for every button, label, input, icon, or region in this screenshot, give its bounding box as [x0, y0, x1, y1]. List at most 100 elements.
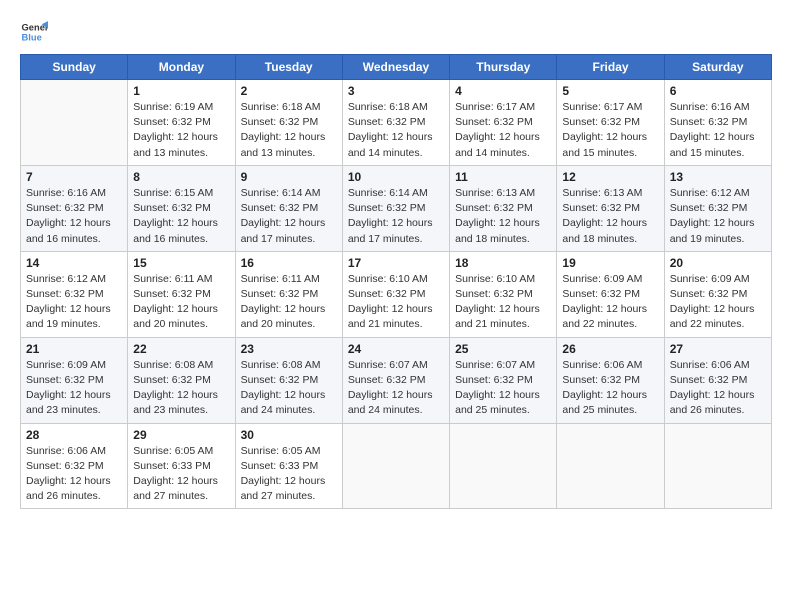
day-number: 28 [26, 428, 122, 442]
calendar-cell: 12 Sunrise: 6:13 AM Sunset: 6:32 PM Dayli… [557, 165, 664, 251]
day-info: Sunrise: 6:10 AM Sunset: 6:32 PM Dayligh… [455, 272, 551, 333]
calendar-cell: 1 Sunrise: 6:19 AM Sunset: 6:32 PM Daylig… [128, 80, 235, 166]
calendar-cell: 13 Sunrise: 6:12 AM Sunset: 6:32 PM Dayli… [664, 165, 771, 251]
day-info: Sunrise: 6:06 AM Sunset: 6:32 PM Dayligh… [26, 444, 122, 505]
svg-text:Blue: Blue [22, 33, 42, 43]
calendar-week-row: 14Sunrise: 6:12 AM Sunset: 6:32 PM Dayli… [21, 251, 772, 337]
calendar-cell: 8Sunrise: 6:15 AM Sunset: 6:32 PM Daylig… [128, 165, 235, 251]
day-info: Sunrise: 6:16 AM Sunset: 6:32 PM Dayligh… [670, 100, 766, 161]
calendar-cell: 2 Sunrise: 6:18 AM Sunset: 6:32 PM Daylig… [235, 80, 342, 166]
calendar-cell [342, 423, 449, 509]
day-info: Sunrise: 6:18 AM Sunset: 6:32 PM Dayligh… [241, 100, 337, 161]
calendar-cell: 3 Sunrise: 6:18 AM Sunset: 6:32 PM Daylig… [342, 80, 449, 166]
day-number: 11 [455, 170, 551, 184]
day-number: 24 [348, 342, 444, 356]
day-number: 29 [133, 428, 229, 442]
day-info: Sunrise: 6:09 AM Sunset: 6:32 PM Dayligh… [26, 358, 122, 419]
calendar-cell [450, 423, 557, 509]
day-number: 30 [241, 428, 337, 442]
day-info: Sunrise: 6:15 AM Sunset: 6:32 PM Dayligh… [133, 186, 229, 247]
day-number: 22 [133, 342, 229, 356]
calendar-header-row: Sunday Monday Tuesday Wednesday Thursday… [21, 55, 772, 80]
day-info: Sunrise: 6:14 AM Sunset: 6:32 PM Dayligh… [241, 186, 337, 247]
header-monday: Monday [128, 55, 235, 80]
calendar-cell: 16Sunrise: 6:11 AM Sunset: 6:32 PM Dayli… [235, 251, 342, 337]
calendar-week-row: 7 Sunrise: 6:16 AM Sunset: 6:32 PM Daylig… [21, 165, 772, 251]
calendar-cell: 15 Sunrise: 6:11 AM Sunset: 6:32 PM Dayli… [128, 251, 235, 337]
day-info: Sunrise: 6:07 AM Sunset: 6:32 PM Dayligh… [455, 358, 551, 419]
header-tuesday: Tuesday [235, 55, 342, 80]
day-info: Sunrise: 6:13 AM Sunset: 6:32 PM Dayligh… [455, 186, 551, 247]
calendar-cell: 30 Sunrise: 6:05 AM Sunset: 6:33 PM Dayli… [235, 423, 342, 509]
calendar-table: Sunday Monday Tuesday Wednesday Thursday… [20, 54, 772, 509]
day-info: Sunrise: 6:16 AM Sunset: 6:32 PM Dayligh… [26, 186, 122, 247]
day-number: 23 [241, 342, 337, 356]
calendar-cell [21, 80, 128, 166]
day-number: 3 [348, 84, 444, 98]
day-info: Sunrise: 6:05 AM Sunset: 6:33 PM Dayligh… [241, 444, 337, 505]
day-info: Sunrise: 6:11 AM Sunset: 6:32 PM Dayligh… [133, 272, 229, 333]
calendar-page: General Blue Sunday Monday Tuesday Wedne… [0, 0, 792, 612]
calendar-cell [557, 423, 664, 509]
day-number: 17 [348, 256, 444, 270]
calendar-cell: 4Sunrise: 6:17 AM Sunset: 6:32 PM Daylig… [450, 80, 557, 166]
day-number: 19 [562, 256, 658, 270]
calendar-cell: 22 Sunrise: 6:08 AM Sunset: 6:32 PM Dayli… [128, 337, 235, 423]
calendar-cell: 21 Sunrise: 6:09 AM Sunset: 6:32 PM Dayli… [21, 337, 128, 423]
calendar-cell: 19 Sunrise: 6:09 AM Sunset: 6:32 PM Dayli… [557, 251, 664, 337]
day-info: Sunrise: 6:06 AM Sunset: 6:32 PM Dayligh… [562, 358, 658, 419]
day-number: 6 [670, 84, 766, 98]
day-number: 26 [562, 342, 658, 356]
day-info: Sunrise: 6:12 AM Sunset: 6:32 PM Dayligh… [670, 186, 766, 247]
day-number: 13 [670, 170, 766, 184]
day-info: Sunrise: 6:08 AM Sunset: 6:32 PM Dayligh… [241, 358, 337, 419]
day-info: Sunrise: 6:10 AM Sunset: 6:32 PM Dayligh… [348, 272, 444, 333]
day-info: Sunrise: 6:06 AM Sunset: 6:32 PM Dayligh… [670, 358, 766, 419]
calendar-cell: 27Sunrise: 6:06 AM Sunset: 6:32 PM Dayli… [664, 337, 771, 423]
calendar-cell: 6 Sunrise: 6:16 AM Sunset: 6:32 PM Daylig… [664, 80, 771, 166]
calendar-cell: 10Sunrise: 6:14 AM Sunset: 6:32 PM Dayli… [342, 165, 449, 251]
day-number: 16 [241, 256, 337, 270]
header-friday: Friday [557, 55, 664, 80]
calendar-cell: 24 Sunrise: 6:07 AM Sunset: 6:32 PM Dayli… [342, 337, 449, 423]
day-number: 20 [670, 256, 766, 270]
day-info: Sunrise: 6:17 AM Sunset: 6:32 PM Dayligh… [562, 100, 658, 161]
calendar-cell: 25 Sunrise: 6:07 AM Sunset: 6:32 PM Dayli… [450, 337, 557, 423]
day-number: 1 [133, 84, 229, 98]
day-info: Sunrise: 6:05 AM Sunset: 6:33 PM Dayligh… [133, 444, 229, 505]
day-info: Sunrise: 6:19 AM Sunset: 6:32 PM Dayligh… [133, 100, 229, 161]
calendar-cell: 14Sunrise: 6:12 AM Sunset: 6:32 PM Dayli… [21, 251, 128, 337]
day-number: 4 [455, 84, 551, 98]
calendar-cell: 29 Sunrise: 6:05 AM Sunset: 6:33 PM Dayli… [128, 423, 235, 509]
header-row: General Blue [20, 18, 772, 46]
day-info: Sunrise: 6:09 AM Sunset: 6:32 PM Dayligh… [670, 272, 766, 333]
calendar-cell [664, 423, 771, 509]
day-number: 25 [455, 342, 551, 356]
day-info: Sunrise: 6:13 AM Sunset: 6:32 PM Dayligh… [562, 186, 658, 247]
day-number: 15 [133, 256, 229, 270]
calendar-cell: 18Sunrise: 6:10 AM Sunset: 6:32 PM Dayli… [450, 251, 557, 337]
day-info: Sunrise: 6:14 AM Sunset: 6:32 PM Dayligh… [348, 186, 444, 247]
header-thursday: Thursday [450, 55, 557, 80]
day-info: Sunrise: 6:07 AM Sunset: 6:32 PM Dayligh… [348, 358, 444, 419]
calendar-cell: 17 Sunrise: 6:10 AM Sunset: 6:32 PM Dayli… [342, 251, 449, 337]
day-number: 9 [241, 170, 337, 184]
day-number: 5 [562, 84, 658, 98]
calendar-cell: 5 Sunrise: 6:17 AM Sunset: 6:32 PM Daylig… [557, 80, 664, 166]
calendar-cell: 7 Sunrise: 6:16 AM Sunset: 6:32 PM Daylig… [21, 165, 128, 251]
day-info: Sunrise: 6:08 AM Sunset: 6:32 PM Dayligh… [133, 358, 229, 419]
logo: General Blue [20, 18, 48, 46]
day-number: 7 [26, 170, 122, 184]
header-saturday: Saturday [664, 55, 771, 80]
calendar-cell: 23 Sunrise: 6:08 AM Sunset: 6:32 PM Dayli… [235, 337, 342, 423]
calendar-week-row: 21 Sunrise: 6:09 AM Sunset: 6:32 PM Dayli… [21, 337, 772, 423]
calendar-week-row: 28 Sunrise: 6:06 AM Sunset: 6:32 PM Dayli… [21, 423, 772, 509]
day-number: 12 [562, 170, 658, 184]
calendar-cell: 11 Sunrise: 6:13 AM Sunset: 6:32 PM Dayli… [450, 165, 557, 251]
day-number: 21 [26, 342, 122, 356]
calendar-cell: 26 Sunrise: 6:06 AM Sunset: 6:32 PM Dayli… [557, 337, 664, 423]
day-info: Sunrise: 6:12 AM Sunset: 6:32 PM Dayligh… [26, 272, 122, 333]
day-number: 2 [241, 84, 337, 98]
day-info: Sunrise: 6:09 AM Sunset: 6:32 PM Dayligh… [562, 272, 658, 333]
day-info: Sunrise: 6:18 AM Sunset: 6:32 PM Dayligh… [348, 100, 444, 161]
